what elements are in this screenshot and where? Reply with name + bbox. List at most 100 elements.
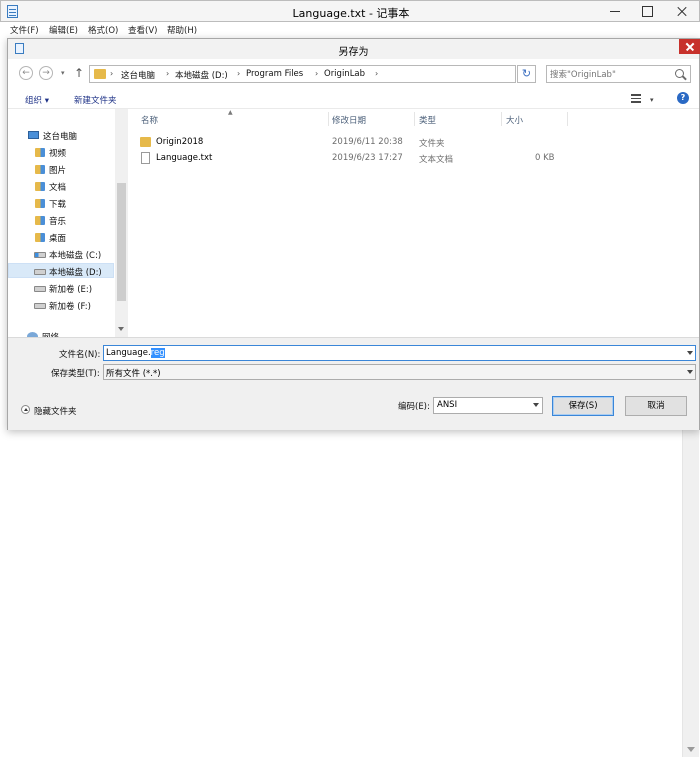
filename-text: Language.reg <box>106 348 165 358</box>
dialog-close-icon[interactable] <box>679 39 700 54</box>
file-type: 文件夹 <box>419 139 445 149</box>
minimize-icon[interactable] <box>600 1 630 21</box>
scroll-down-icon[interactable] <box>118 327 124 331</box>
folder-icon <box>35 182 45 191</box>
close-icon[interactable] <box>664 1 699 21</box>
save-button[interactable]: 保存(S) <box>552 396 614 416</box>
breadcrumb-program-files[interactable]: Program Files <box>246 69 303 79</box>
column-header-modified[interactable]: 修改日期 <box>332 114 366 126</box>
nav-item-videos[interactable]: 视频 <box>8 145 114 160</box>
nav-item-downloads[interactable]: 下载 <box>8 196 114 211</box>
breadcrumb-chevron-icon[interactable]: › <box>110 69 113 78</box>
sort-ascending-icon: ▲ <box>228 109 233 116</box>
filename-plain: Language. <box>106 348 151 358</box>
breadcrumb-chevron-icon[interactable]: › <box>315 69 318 78</box>
filetype-select[interactable]: 所有文件 (*.*) <box>103 364 696 380</box>
organize-button[interactable]: 组织 ▾ <box>25 94 49 106</box>
notepad-menubar: 文件(F) 编辑(E) 格式(O) 查看(V) 帮助(H) <box>0 22 700 38</box>
view-options-icon[interactable] <box>631 94 641 103</box>
back-arrow-icon[interactable]: ← <box>19 66 33 80</box>
menu-file[interactable]: 文件(F) <box>10 24 39 36</box>
file-size: 0 KB <box>535 153 555 163</box>
menu-edit[interactable]: 编辑(E) <box>49 24 78 36</box>
menu-help[interactable]: 帮助(H) <box>167 24 197 36</box>
nav-item-desktop[interactable]: 桌面 <box>8 230 114 245</box>
column-header-size[interactable]: 大小 <box>506 114 523 126</box>
file-list: ▲ 名称 修改日期 类型 大小 Origin2018 2019/6/11 20:… <box>130 109 699 337</box>
nav-item-drive-e[interactable]: 新加卷 (E:) <box>8 281 114 296</box>
nav-item-drive-f[interactable]: 新加卷 (F:) <box>8 298 114 313</box>
filetype-label: 保存类型(T): <box>51 369 100 379</box>
forward-arrow-icon[interactable]: → <box>39 66 53 80</box>
filetype-value: 所有文件 (*.*) <box>106 369 161 379</box>
scroll-down-icon[interactable] <box>687 747 695 752</box>
filename-input[interactable]: Language.reg <box>103 345 696 361</box>
nav-item-network[interactable]: 网络 <box>8 329 114 337</box>
chevron-down-icon[interactable] <box>687 370 693 374</box>
folder-icon <box>35 199 45 208</box>
column-divider <box>567 112 568 126</box>
notepad-titlebar: Language.txt - 记事本 <box>0 0 700 22</box>
help-icon[interactable]: ? <box>677 92 689 104</box>
encoding-select[interactable]: ANSI <box>433 397 543 414</box>
navigation-pane-scrollbar[interactable] <box>115 109 128 337</box>
address-bar[interactable]: › 这台电脑 › 本地磁盘 (D:) › Program Files › Ori… <box>89 65 516 83</box>
address-folder-icon <box>94 69 106 79</box>
breadcrumb-chevron-icon[interactable]: › <box>375 69 378 78</box>
address-row: ← → ▾ ↑ › 这台电脑 › 本地磁盘 (D:) › Program Fil… <box>8 59 699 89</box>
breadcrumb-this-pc[interactable]: 这台电脑 <box>121 69 155 81</box>
nav-item-drive-d[interactable]: 本地磁盘 (D:) <box>8 263 114 278</box>
chevron-down-icon[interactable] <box>533 403 539 407</box>
navigation-pane: 这台电脑 视频 图片 文档 下载 音乐 桌面 本地磁盘 (C:) 本地磁盘 (D… <box>8 109 128 337</box>
column-divider <box>328 112 329 126</box>
breadcrumb-chevron-icon[interactable]: › <box>237 69 240 78</box>
search-box[interactable] <box>546 65 691 83</box>
collapse-up-icon <box>21 405 30 414</box>
nav-item-documents[interactable]: 文档 <box>8 179 114 194</box>
file-row-origin2018[interactable]: Origin2018 2019/6/11 20:38 文件夹 <box>130 135 550 150</box>
dialog-toolbar: 组织 ▾ 新建文件夹 ▾ ? <box>8 89 699 109</box>
cancel-button[interactable]: 取消 <box>625 396 687 416</box>
folder-icon <box>35 216 45 225</box>
column-header-name[interactable]: 名称 <box>141 114 158 126</box>
drive-icon <box>34 286 46 292</box>
drive-icon <box>34 252 46 258</box>
notepad-text-area[interactable] <box>8 430 682 756</box>
drive-icon <box>34 303 46 309</box>
encoding-label: 编码(E): <box>398 402 430 412</box>
view-options-chevron-icon[interactable]: ▾ <box>650 96 654 104</box>
column-header-type[interactable]: 类型 <box>419 114 436 126</box>
refresh-icon[interactable]: ↻ <box>517 65 536 83</box>
folder-icon <box>35 233 45 242</box>
dialog-titlebar: 另存为 <box>8 39 700 59</box>
breadcrumb-drive-d[interactable]: 本地磁盘 (D:) <box>175 69 228 81</box>
maximize-icon[interactable] <box>632 1 662 21</box>
file-type: 文本文档 <box>419 155 454 165</box>
up-arrow-icon[interactable]: ↑ <box>74 66 84 80</box>
file-row-language-txt[interactable]: Language.txt 2019/6/23 17:27 文本文档 0 KB <box>130 151 555 166</box>
nav-item-this-pc[interactable]: 这台电脑 <box>8 128 114 143</box>
dialog-title: 另存为 <box>338 47 369 58</box>
chevron-down-icon[interactable] <box>687 351 693 355</box>
breadcrumb-originlab[interactable]: OriginLab <box>324 69 365 79</box>
file-modified: 2019/6/23 17:27 <box>332 153 403 163</box>
folder-icon <box>140 137 151 147</box>
nav-item-music[interactable]: 音乐 <box>8 213 114 228</box>
filename-label: 文件名(N): <box>59 350 101 360</box>
search-icon[interactable] <box>675 69 684 78</box>
nav-item-pictures[interactable]: 图片 <box>8 162 114 177</box>
scrollbar-thumb[interactable] <box>117 183 126 301</box>
filename-selected-text: reg <box>150 348 165 358</box>
menu-format[interactable]: 格式(O) <box>88 24 118 36</box>
menu-view[interactable]: 查看(V) <box>128 24 157 36</box>
dialog-bottom-panel: 文件名(N): Language.reg 保存类型(T): 所有文件 (*.*)… <box>8 337 699 430</box>
search-input[interactable] <box>550 68 670 81</box>
recent-locations-chevron-icon[interactable]: ▾ <box>61 69 65 77</box>
column-divider <box>501 112 502 126</box>
nav-item-drive-c[interactable]: 本地磁盘 (C:) <box>8 247 114 262</box>
notepad-vertical-scrollbar[interactable] <box>682 420 699 757</box>
new-folder-button[interactable]: 新建文件夹 <box>74 94 117 106</box>
folder-icon <box>35 148 45 157</box>
breadcrumb-chevron-icon[interactable]: › <box>166 69 169 78</box>
save-as-dialog: 另存为 ← → ▾ ↑ › 这台电脑 › 本地磁盘 (D:) › Program… <box>7 38 700 430</box>
